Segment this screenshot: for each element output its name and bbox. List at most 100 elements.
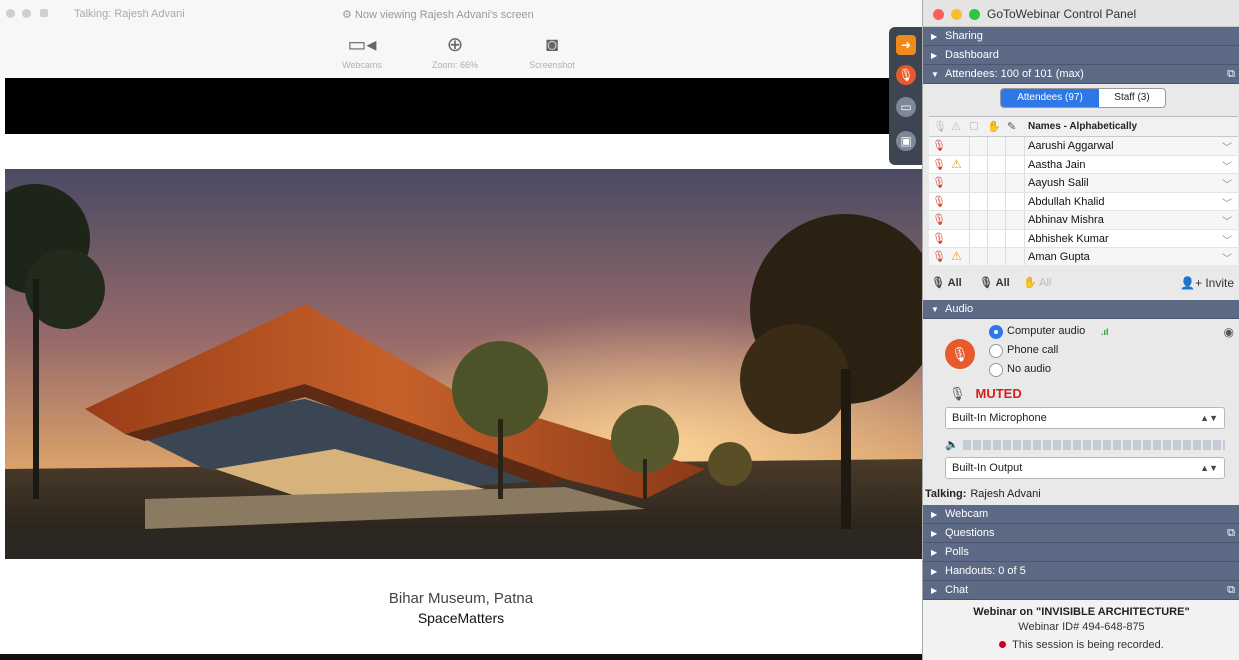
no-audio-label: No audio xyxy=(1007,363,1052,375)
camera-icon: ◙ xyxy=(545,34,559,56)
mic-muted-icon[interactable]: 🎙 xyxy=(932,213,946,226)
zoom-button[interactable]: ⊕ Zoom: 66% xyxy=(410,30,500,70)
pencil-column-icon[interactable]: ✎ xyxy=(1007,120,1016,133)
section-dashboard[interactable]: ▶ Dashboard xyxy=(923,46,1239,65)
chevron-down-icon[interactable]: ﹀ xyxy=(1222,195,1232,210)
column-divider xyxy=(1005,211,1006,229)
chevron-down-icon[interactable]: ﹀ xyxy=(1222,232,1232,247)
section-webcam[interactable]: ▶ Webcam xyxy=(923,505,1239,524)
recording-text: This session is being recorded. xyxy=(1012,639,1164,651)
attendee-table-header: 🎙 ⚠ ☐ ✋ ✎ Names - Alphabetically xyxy=(929,117,1238,137)
section-chat[interactable]: ▶ Chat ⧉ xyxy=(923,581,1239,600)
names-column-header[interactable]: Names - Alphabetically xyxy=(1028,121,1137,132)
audio-settings-icon[interactable]: ◉ xyxy=(1224,325,1234,339)
section-chat-label: Chat xyxy=(945,584,969,596)
panel-zoom-button[interactable] xyxy=(969,9,980,20)
chevron-down-icon[interactable]: ﹀ xyxy=(1222,213,1232,228)
attendee-row[interactable]: 🎙 ⚠ Aastha Jain ﹀ xyxy=(929,155,1238,174)
thumbs-column-icon[interactable]: ☐ xyxy=(969,120,979,133)
mic-muted-icon: 🎙 xyxy=(931,277,945,289)
volume-meter xyxy=(963,440,1225,450)
attendee-row[interactable]: 🎙 Abhishek Kumar ﹀ xyxy=(929,229,1238,248)
expand-arrow-icon: ▶ xyxy=(931,548,938,557)
screen-share-icon[interactable]: ▣ xyxy=(896,131,916,151)
webcams-label: Webcams xyxy=(342,60,382,70)
webcam-icon: ▭◂ xyxy=(347,34,377,56)
mic-muted-icon[interactable]: 🎙 xyxy=(896,65,916,85)
radio-no-audio[interactable] xyxy=(989,363,1003,377)
hand-column-icon[interactable]: ✋ xyxy=(987,120,1001,133)
microphone-select[interactable]: Built-In Microphone ▲▼ xyxy=(945,407,1225,429)
attendee-row[interactable]: 🎙 ⚠ Aman Gupta ﹀ xyxy=(929,248,1238,265)
attendee-row[interactable]: 🎙 Aarushi Aggarwal ﹀ xyxy=(929,137,1238,156)
column-divider xyxy=(1005,174,1006,192)
section-attendees-label: Attendees: 100 of 101 (max) xyxy=(945,68,1084,80)
chevron-down-icon[interactable]: ﹀ xyxy=(1222,139,1232,154)
mute-toggle-button[interactable]: 🎙 xyxy=(945,339,975,369)
webinar-info: Webinar on "INVISIBLE ARCHITECTURE" Webi… xyxy=(923,600,1239,660)
mute-status: 🎙 MUTED xyxy=(949,386,1022,402)
unmute-all-button[interactable]: 🎙 All xyxy=(979,276,1010,289)
column-divider xyxy=(987,137,988,155)
mic-muted-icon[interactable]: 🎙 xyxy=(932,158,946,171)
panel-close-button[interactable] xyxy=(933,9,944,20)
chevron-down-icon[interactable]: ﹀ xyxy=(1222,176,1232,191)
column-divider xyxy=(969,155,970,173)
speaker-select[interactable]: Built-In Output ▲▼ xyxy=(945,457,1225,479)
section-audio[interactable]: ▼ Audio xyxy=(923,300,1239,319)
chevron-down-icon[interactable]: ﹀ xyxy=(1222,250,1232,265)
column-divider xyxy=(1005,192,1006,210)
tab-staff[interactable]: Staff (3) xyxy=(1099,89,1165,107)
panel-minimize-button[interactable] xyxy=(951,9,962,20)
recording-status: This session is being recorded. xyxy=(923,639,1239,651)
window-menu-icon[interactable] xyxy=(40,9,48,17)
radio-phone-call[interactable] xyxy=(989,344,1003,358)
mic-muted-icon[interactable]: 🎙 xyxy=(932,176,946,189)
talking-indicator: Talking: Rajesh Advani xyxy=(74,8,185,20)
window-close-button[interactable] xyxy=(6,9,15,18)
screenshot-button[interactable]: ◙ Screenshot xyxy=(507,30,597,70)
popout-icon[interactable]: ⧉ xyxy=(1227,65,1235,84)
radio-computer-audio[interactable] xyxy=(989,325,1003,339)
collapse-arrow-icon[interactable]: ➜ xyxy=(896,35,916,55)
tab-attendees[interactable]: Attendees (97) xyxy=(1001,89,1099,107)
attendee-row[interactable]: 🎙 Abdullah Khalid ﹀ xyxy=(929,192,1238,211)
section-attendees[interactable]: ▼ Attendees: 100 of 101 (max) ⧉ xyxy=(923,65,1239,84)
computer-audio-label: Computer audio xyxy=(1007,325,1086,337)
warning-column-icon[interactable]: ⚠ xyxy=(951,120,961,133)
column-divider xyxy=(1024,248,1025,265)
control-panel: GoToWebinar Control Panel ▶ Sharing ▶ Dash… xyxy=(922,0,1239,660)
popout-icon[interactable]: ⧉ xyxy=(1227,524,1235,543)
hand-icon: ✋ xyxy=(1023,277,1037,289)
webcams-button[interactable]: ▭◂ Webcams xyxy=(317,30,407,70)
invite-button[interactable]: 👤+ Invite xyxy=(1180,276,1234,290)
chevron-down-icon[interactable]: ﹀ xyxy=(1222,158,1232,173)
mic-muted-icon[interactable]: 🎙 xyxy=(932,195,946,208)
popout-icon[interactable]: ⧉ xyxy=(1227,581,1235,600)
mic-column-icon[interactable]: 🎙 xyxy=(933,120,947,133)
attendee-row[interactable]: 🎙 Abhinav Mishra ﹀ xyxy=(929,211,1238,230)
mute-all-button[interactable]: 🎙 All xyxy=(931,276,962,289)
section-sharing-label: Sharing xyxy=(945,30,983,42)
audio-pane: 🎙 Computer audio .ıl ◉ Phone call No aud… xyxy=(923,319,1239,504)
attendee-row[interactable]: 🎙 Aayush Salil ﹀ xyxy=(929,174,1238,193)
section-polls[interactable]: ▶ Polls xyxy=(923,543,1239,562)
warning-icon: ⚠ xyxy=(951,156,962,171)
zoom-label: Zoom: 66% xyxy=(431,60,479,70)
attendee-name: Aman Gupta xyxy=(1028,251,1090,263)
select-caret-icon: ▲▼ xyxy=(1200,413,1218,423)
section-sharing[interactable]: ▶ Sharing xyxy=(923,27,1239,46)
section-audio-label: Audio xyxy=(945,303,974,315)
section-handouts-label: Handouts: 0 of 5 xyxy=(945,565,1026,577)
add-user-icon: 👤+ xyxy=(1180,276,1202,290)
section-handouts[interactable]: ▶ Handouts: 0 of 5 xyxy=(923,562,1239,581)
expand-arrow-icon: ▶ xyxy=(931,529,938,538)
section-questions[interactable]: ▶ Questions ⧉ xyxy=(923,524,1239,543)
invite-label: Invite xyxy=(1205,276,1234,290)
mic-muted-icon[interactable]: 🎙 xyxy=(932,139,946,152)
mic-muted-icon[interactable]: 🎙 xyxy=(932,250,946,263)
webcam-toggle-icon[interactable]: ▭ xyxy=(896,97,916,117)
window-minimize-button[interactable] xyxy=(22,9,31,18)
screenshot-label: Screenshot xyxy=(529,60,575,70)
mic-muted-icon[interactable]: 🎙 xyxy=(932,232,946,245)
